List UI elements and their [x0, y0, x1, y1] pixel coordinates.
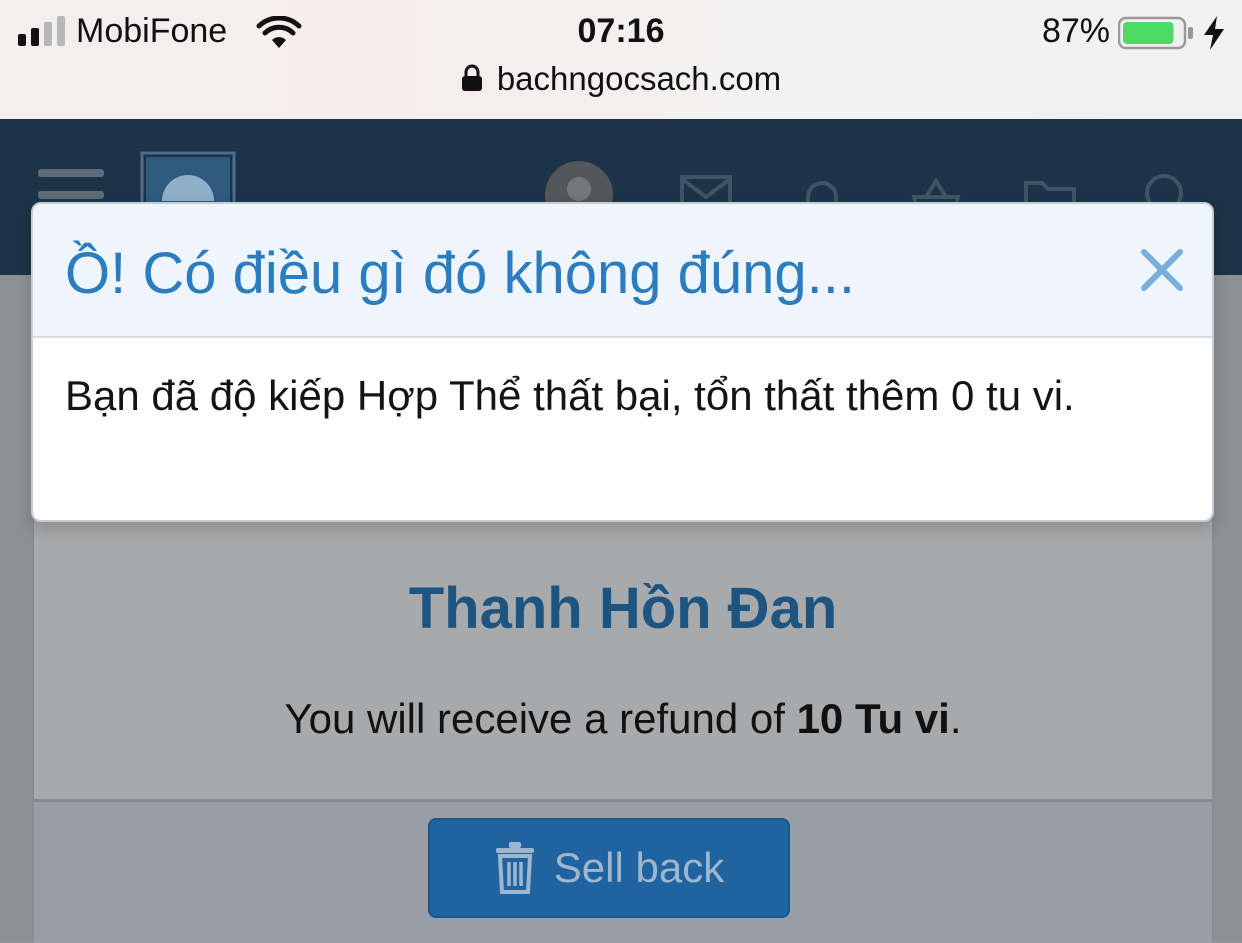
- refund-amount: 10 Tu vi: [796, 695, 950, 742]
- error-modal: Ồ! Có điều gì đó không đúng... Bạn đã độ…: [31, 202, 1214, 522]
- card-footer: Sell back: [34, 799, 1212, 943]
- lock-icon: [461, 64, 482, 91]
- modal-message: Bạn đã độ kiếp Hợp Thể thất bại, tổn thấ…: [65, 372, 1075, 419]
- trash-icon: [495, 842, 534, 894]
- url-text: bachngocsach.com: [496, 60, 782, 97]
- charging-bolt-icon: [1204, 16, 1224, 50]
- modal-header: Ồ! Có điều gì đó không đúng...: [33, 204, 1212, 338]
- battery-icon: [1118, 16, 1193, 50]
- address-bar[interactable]: bachngocsach.com: [0, 60, 1242, 98]
- refund-suffix: .: [949, 695, 962, 742]
- sell-back-label: Sell back: [553, 844, 725, 891]
- modal-title: Ồ! Có điều gì đó không đúng...: [65, 241, 855, 306]
- product-card: Thanh Hồn Đan You will receive a refund …: [32, 505, 1214, 943]
- refund-prefix: You will receive a refund of: [284, 695, 797, 742]
- ios-status-bar: MobiFone 07:16 87% bachngocsach.com: [0, 0, 1242, 119]
- close-icon[interactable]: [1140, 248, 1184, 292]
- battery-percent: 87%: [1041, 12, 1110, 50]
- product-title: Thanh Hồn Đan: [408, 576, 838, 641]
- sell-back-button[interactable]: Sell back: [428, 818, 790, 918]
- refund-text: You will receive a refund of 10 Tu vi.: [34, 695, 1212, 743]
